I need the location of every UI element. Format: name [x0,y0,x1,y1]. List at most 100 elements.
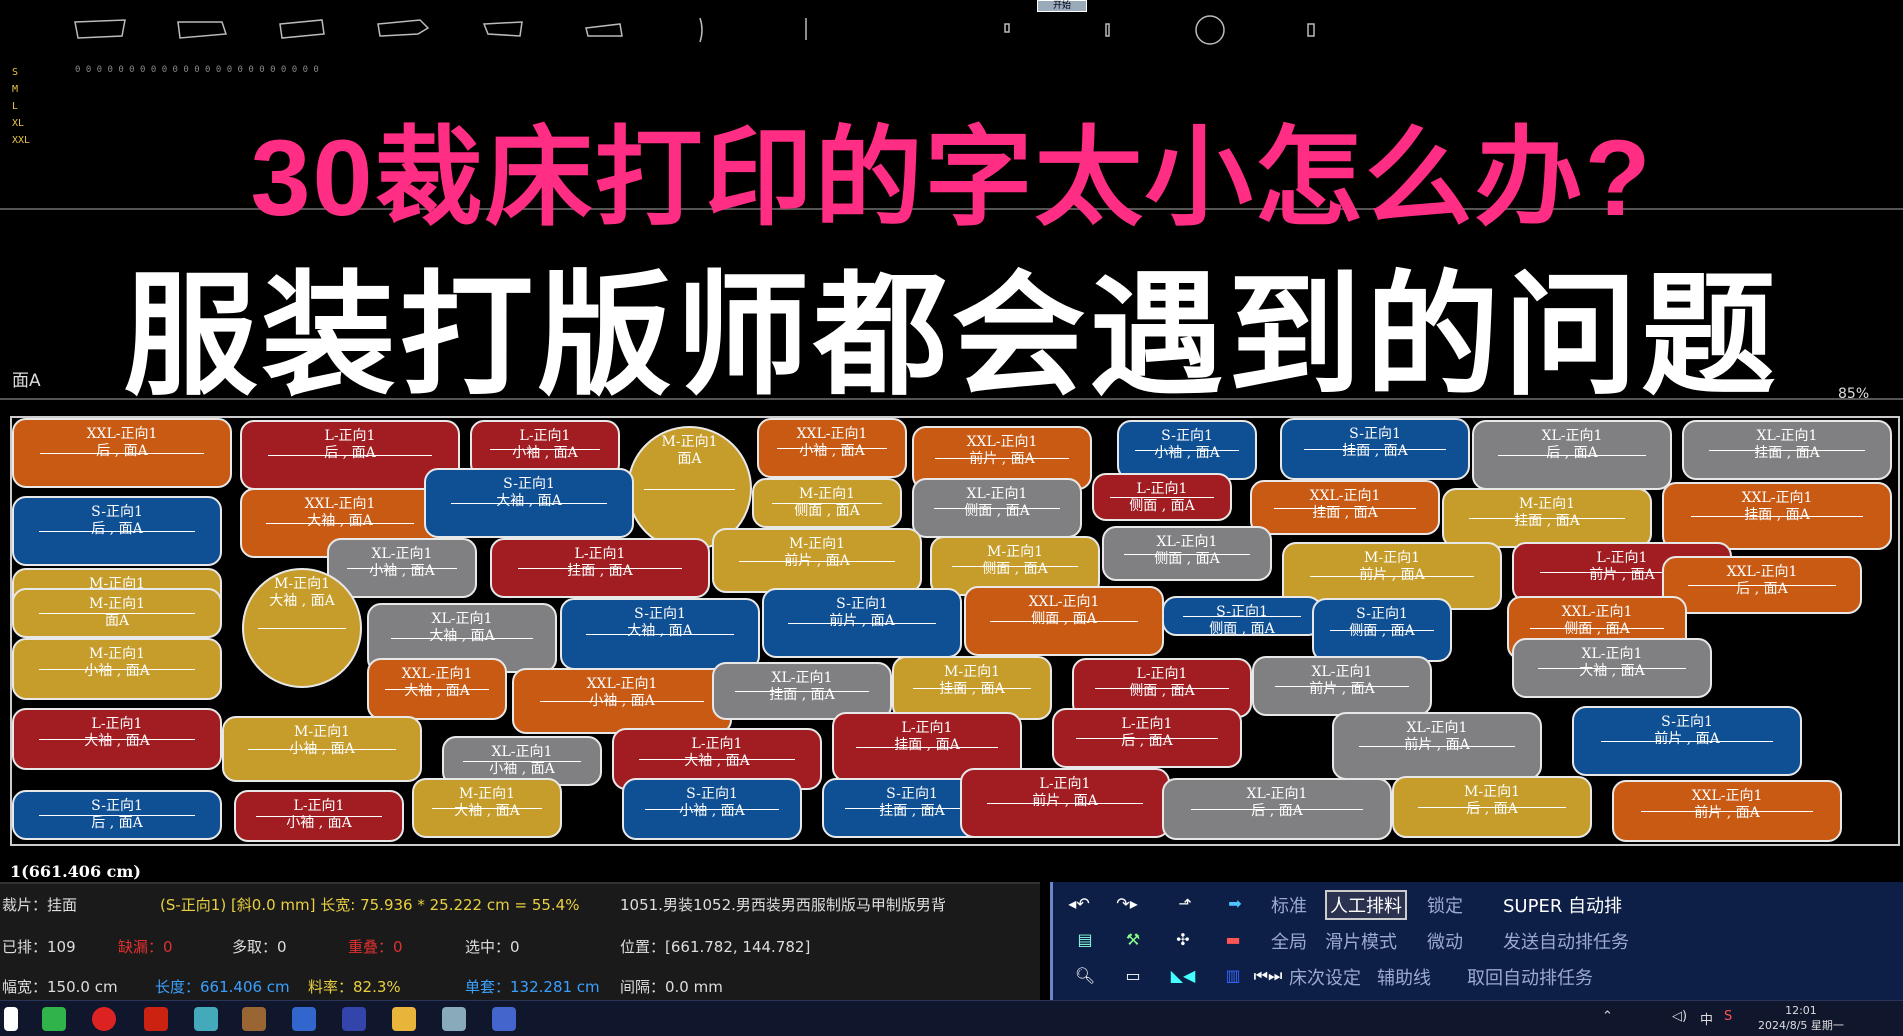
marker-piece[interactable]: XXL-正向1 后 , 面A [12,418,232,488]
marker-piece[interactable]: M-正向1 挂面 , 面A [1442,488,1652,548]
app-icon-tool[interactable] [442,1007,466,1031]
send-auto-task-button[interactable]: 发送自动排任务 [1503,928,1629,954]
marker-piece[interactable]: L-正向1 侧面 , 面A [1092,473,1232,521]
flip-icon[interactable]: ⬏ [1167,892,1203,916]
piece-name-label: 前片 , 面A [1654,731,1720,747]
marker-piece[interactable]: M-正向1 挂面 , 面A [892,656,1052,720]
marker-piece[interactable]: XL-正向1 小袖 , 面A [327,538,477,598]
aux-line-button[interactable]: 辅助线 [1377,964,1431,990]
marker-piece[interactable]: S-正向1 侧面 , 面A [1312,598,1452,662]
grain-line [933,508,1061,509]
redo-icon[interactable]: ↷▸ [1109,892,1145,916]
marker-piece[interactable]: S-正向1 大袖 , 面A [424,468,634,538]
grain-line [489,449,601,450]
marker-piece[interactable]: M-正向1 面A [12,588,222,638]
windows-start-icon[interactable] [4,1007,18,1031]
fabric-icon[interactable]: ▤ [1067,928,1103,952]
marker-piece[interactable]: S-正向1 小袖 , 面A [1117,420,1257,480]
zoom-icon[interactable]: 🔍︎ [1067,964,1103,988]
marker-piece[interactable]: S-正向1 前片 , 面A [762,588,962,658]
sogou-icon[interactable]: S [1724,1009,1732,1024]
marker-piece[interactable]: XL-正向1 后 , 面A [1162,778,1392,840]
align-icon[interactable]: ◣◀ [1165,964,1201,988]
move-right-icon[interactable]: ➡ [1217,892,1253,916]
app-icon-tablet[interactable] [194,1007,218,1031]
piece-name-label: 面A [104,613,130,629]
grain-line [856,747,998,748]
super-auto-layout-button[interactable]: SUPER 自动排 [1503,892,1622,918]
standard-mode[interactable]: 标准 [1271,892,1307,918]
marker-piece[interactable]: XL-正向1 挂面 , 面A [1682,420,1892,480]
marker-piece[interactable]: XL-正向1 前片 , 面A [1332,712,1542,780]
marker-piece[interactable]: S-正向1 后 , 面A [12,496,222,566]
marker-piece[interactable]: M-正向1 大袖 , 面A [242,568,362,688]
grain-line [1468,518,1626,519]
app-icon-pattern[interactable] [342,1007,366,1031]
marker-piece[interactable]: S-正向1 后 , 面A [12,790,222,840]
folder-icon[interactable] [392,1007,416,1031]
marker-piece[interactable]: XXL-正向1 小袖 , 面A [757,418,907,478]
manual-layout-button[interactable]: 人工排料 [1325,890,1407,920]
marker-piece[interactable]: L-正向1 前片 , 面A [960,768,1170,838]
start-button[interactable]: 开始 [1037,0,1087,12]
app-icon-colors[interactable] [292,1007,316,1031]
piece-rotate-icon[interactable]: ✣ [1165,928,1201,952]
app-icon-marker[interactable] [242,1007,266,1031]
piece-size-label: L-正向1 [1136,481,1188,497]
marker-piece[interactable]: M-正向1 小袖 , 面A [12,638,222,700]
marker-piece[interactable]: XL-正向1 侧面 , 面A [1102,526,1272,581]
marker-piece[interactable]: XL-正向1 后 , 面A [1472,420,1672,490]
marker-piece[interactable]: XXL-正向1 前片 , 面A [1612,780,1842,842]
marker-piece[interactable]: S-正向1 前片 , 面A [1572,706,1802,776]
marker-piece[interactable]: XL-正向1 前片 , 面A [1252,656,1432,716]
lock-button[interactable]: 锁定 [1427,892,1463,918]
marker-piece[interactable]: XXL-正向1 挂面 , 面A [1250,480,1440,535]
slider-icon[interactable]: ▬ [1215,928,1251,952]
fine-move-button[interactable]: 微动 [1427,928,1463,954]
app-icon-cad[interactable] [144,1007,168,1031]
marker-piece[interactable]: L-正向1 后 , 面A [1052,708,1242,768]
marker-piece[interactable]: XL-正向1 侧面 , 面A [912,478,1082,538]
marker-piece[interactable]: M-正向1 侧面 , 面A [752,478,902,528]
marker-piece[interactable]: L-正向1 小袖 , 面A [234,790,404,842]
marker-piece[interactable]: M-正向1 前片 , 面A [712,528,922,593]
marker-piece[interactable]: S-正向1 小袖 , 面A [622,778,802,840]
marker-piece[interactable]: XXL-正向1 后 , 面A [1662,556,1862,614]
undo-icon[interactable]: ◂↶ [1061,892,1097,916]
panel-icon[interactable]: ▥ [1215,964,1251,988]
marker-canvas[interactable]: XXL-正向1 后 , 面A L-正向1 后 , 面A L-正向1 小袖 , 面A M-正向… [10,416,1900,846]
marker-piece[interactable]: XXL-正向1 侧面 , 面A [964,586,1164,656]
marker-piece[interactable]: M-正向1 小袖 , 面A [222,716,422,782]
ime-indicator[interactable]: 中 [1700,1009,1713,1028]
marker-piece[interactable]: XL-正向1 大袖 , 面A [1512,638,1712,698]
piece-name-label: 前片 , 面A [1309,681,1375,697]
bed-setting-button[interactable]: 床次设定 [1289,964,1361,990]
measure-icon[interactable]: ⚒ [1115,928,1151,952]
first-last-icon[interactable]: ⏮⏭ [1253,964,1283,988]
volume-icon[interactable]: ◁) [1672,1009,1687,1024]
slide-mode-button[interactable]: 滑片模式 [1325,928,1397,954]
wechat-icon[interactable] [42,1007,66,1031]
piece-size-label: XXL-正向1 [796,426,868,442]
app-icon-edit[interactable] [492,1007,516,1031]
piece-size-label: XL-正向1 [491,744,553,760]
marker-piece[interactable]: S-正向1 大袖 , 面A [560,598,760,670]
marker-piece[interactable]: S-正向1 挂面 , 面A [1280,418,1470,480]
marker-piece[interactable]: XXL-正向1 挂面 , 面A [1662,482,1892,550]
utilization-rate: 料率：82.3% [308,978,401,996]
marker-piece[interactable]: XXL-正向1 小袖 , 面A [512,668,732,734]
marker-piece[interactable]: M-正向1 大袖 , 面A [412,778,562,838]
fetch-auto-task-button[interactable]: 取回自动排任务 [1467,964,1593,990]
grain-line [771,503,883,504]
global-mode[interactable]: 全局 [1271,928,1307,954]
marker-piece[interactable]: L-正向1 大袖 , 面A [12,708,222,770]
marker-piece[interactable]: M-正向1后 , 面A [1392,776,1592,838]
tray-expand-icon[interactable]: ⌃ [1602,1009,1613,1024]
marker-piece[interactable]: L-正向1 挂面 , 面A [490,538,710,598]
overlap-count: 重叠：0 [348,938,403,956]
app-icon-red[interactable] [92,1007,116,1031]
taskbar-clock[interactable]: 12:01 2024/8/5 星期一 [1758,1003,1844,1033]
chat-icon[interactable]: ▭ [1115,964,1151,988]
marker-piece[interactable]: S-正向1 侧面 , 面A [1162,596,1322,636]
marker-piece[interactable]: XXL-正向1 大袖 , 面A [367,658,507,720]
